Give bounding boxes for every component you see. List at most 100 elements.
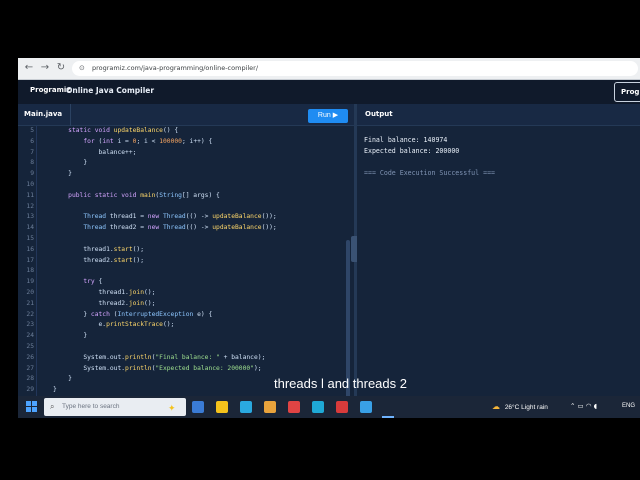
- code-line[interactable]: 11 public static void main(String[] args…: [18, 191, 348, 202]
- line-number: 10: [26, 181, 34, 188]
- back-icon[interactable]: ←: [22, 61, 36, 75]
- code-line[interactable]: 16 thread1.start();: [18, 245, 348, 256]
- search-placeholder: Type here to search: [62, 403, 120, 410]
- tab-main-java[interactable]: Main.java: [24, 110, 62, 118]
- code-line[interactable]: 21 thread2.join();: [18, 299, 348, 310]
- code-line[interactable]: 10: [18, 180, 348, 191]
- chevron-up-icon[interactable]: ⌃: [570, 402, 575, 410]
- code-line[interactable]: 13 Thread thread1 = new Thread(() -> upd…: [18, 212, 348, 223]
- line-number: 28: [26, 375, 34, 383]
- line-number: 21: [26, 299, 34, 307]
- line-number: 13: [26, 213, 34, 221]
- programiz-logo[interactable]: Programiz: [30, 86, 70, 94]
- code-line[interactable]: 17 thread2.start();: [18, 256, 348, 267]
- line-number: 19: [26, 278, 34, 286]
- code-line[interactable]: 22 } catch (InterruptedException e) {: [18, 310, 348, 321]
- mail-icon[interactable]: [240, 401, 252, 413]
- system-tray[interactable]: ⌃ ▭ ◠ ◖: [570, 402, 597, 410]
- wifi-icon[interactable]: ◠: [586, 402, 592, 410]
- search-highlight-icon[interactable]: ✦: [168, 399, 176, 417]
- code-line[interactable]: 9 }: [18, 169, 348, 180]
- line-number: 11: [26, 191, 34, 199]
- code-line[interactable]: 15: [18, 234, 348, 245]
- line-number: 27: [26, 364, 34, 372]
- code-text: try {: [83, 278, 103, 286]
- address-bar[interactable]: ⊙ programiz.com/java-programming/online-…: [72, 61, 638, 76]
- taskbar-search-input[interactable]: ⌕ Type here to search ✦: [44, 398, 186, 416]
- line-number: 6: [30, 137, 34, 145]
- code-line[interactable]: 24 }: [18, 331, 348, 342]
- editor-toolbar: Main.java Run ▶: [18, 104, 354, 126]
- line-number: 22: [26, 310, 34, 318]
- code-text: static void updateBalance() {: [68, 127, 179, 134]
- weather-widget[interactable]: ☁ 26°C Light rain: [492, 402, 548, 411]
- code-line[interactable]: 18: [18, 266, 348, 277]
- line-number: 8: [30, 159, 34, 167]
- forward-icon[interactable]: →: [38, 61, 52, 75]
- code-text: } catch (InterruptedException e) {: [53, 310, 213, 318]
- folder-icon[interactable]: [288, 401, 300, 413]
- code-line[interactable]: 27 System.out.println("Expected balance:…: [18, 364, 348, 375]
- output-line: Final balance: 140974: [364, 136, 448, 144]
- code-line[interactable]: 5 static void updateBalance() {: [18, 126, 348, 137]
- code-line[interactable]: 14 Thread thread2 = new Thread(() -> upd…: [18, 223, 348, 234]
- run-button[interactable]: Run ▶: [308, 109, 348, 123]
- taskbar: ⌕ Type here to search ✦ ☁ 26°C Light rai…: [18, 396, 640, 418]
- code-text: }: [53, 332, 88, 340]
- line-number: 17: [26, 256, 34, 264]
- chrome-icon[interactable]: [264, 401, 276, 413]
- weather-temp: 26°C: [504, 404, 520, 411]
- line-number: 15: [26, 235, 34, 242]
- task-view-icon[interactable]: [192, 401, 204, 413]
- code-text: System.out.println("Expected balance: 20…: [53, 364, 262, 372]
- code-text: e.printStackTrace();: [53, 321, 175, 329]
- code-text: for (int i = 0; i < 100000; i++) {: [83, 137, 213, 145]
- code-line[interactable]: 26 System.out.println("Final balance: " …: [18, 353, 348, 364]
- office-icon[interactable]: [312, 401, 324, 413]
- language-indicator[interactable]: ENG: [622, 403, 635, 409]
- code-text: }: [53, 159, 88, 167]
- search-icon: ⌕: [50, 402, 55, 411]
- code-text: thread2.join();: [53, 299, 156, 307]
- code-text: }: [53, 170, 72, 178]
- code-line[interactable]: 25: [18, 342, 348, 353]
- line-number: 7: [30, 148, 34, 156]
- code-text: Thread thread1 = new Thread(() -> update…: [83, 213, 277, 221]
- code-line[interactable]: 23 e.printStackTrace();: [18, 320, 348, 331]
- volume-icon[interactable]: ◖: [594, 402, 597, 410]
- code-text: public static void main(String[] args) {: [68, 191, 220, 199]
- output-header: Output: [357, 104, 640, 126]
- code-line[interactable]: 12: [18, 202, 348, 213]
- app-icon[interactable]: [360, 401, 372, 413]
- line-number: 24: [26, 332, 34, 340]
- line-number: 25: [26, 343, 34, 350]
- code-text: balance++;: [53, 148, 137, 156]
- code-editor[interactable]: 5 static void updateBalance() {6 for (in…: [18, 126, 354, 418]
- output-title: Output: [365, 110, 393, 118]
- output-line: Expected balance: 200000: [364, 147, 460, 155]
- code-text: }: [53, 386, 57, 394]
- line-number: 5: [30, 127, 34, 134]
- code-text: System.out.println("Final balance: " + b…: [53, 353, 266, 361]
- code-line[interactable]: 7 balance++;: [18, 148, 348, 159]
- header-pro-button[interactable]: Prog: [614, 82, 640, 102]
- code-line[interactable]: 20 thread1.join();: [18, 288, 348, 299]
- line-number: 29: [26, 386, 34, 394]
- tab-divider: [70, 104, 71, 126]
- file-explorer-icon[interactable]: [216, 401, 228, 413]
- code-line[interactable]: 6 for (int i = 0; i < 100000; i++) {: [18, 137, 348, 148]
- output-line: === Code Execution Successful ===: [364, 169, 496, 177]
- windows-start-icon[interactable]: [26, 401, 38, 413]
- code-line[interactable]: 19 try {: [18, 277, 348, 288]
- line-number: 18: [26, 267, 34, 275]
- editor-scrollbar[interactable]: [346, 240, 350, 418]
- code-line[interactable]: 8 }: [18, 158, 348, 169]
- battery-icon[interactable]: ▭: [578, 402, 584, 410]
- line-number: 26: [26, 353, 34, 361]
- browser-toolbar: ← → ↻ ⊙ programiz.com/java-programming/o…: [18, 58, 640, 80]
- site-info-icon[interactable]: ⊙: [79, 61, 85, 76]
- url-text: programiz.com/java-programming/online-co…: [92, 64, 259, 72]
- reload-icon[interactable]: ↻: [54, 61, 68, 75]
- line-number: 16: [26, 245, 34, 253]
- edge-icon[interactable]: [336, 401, 348, 413]
